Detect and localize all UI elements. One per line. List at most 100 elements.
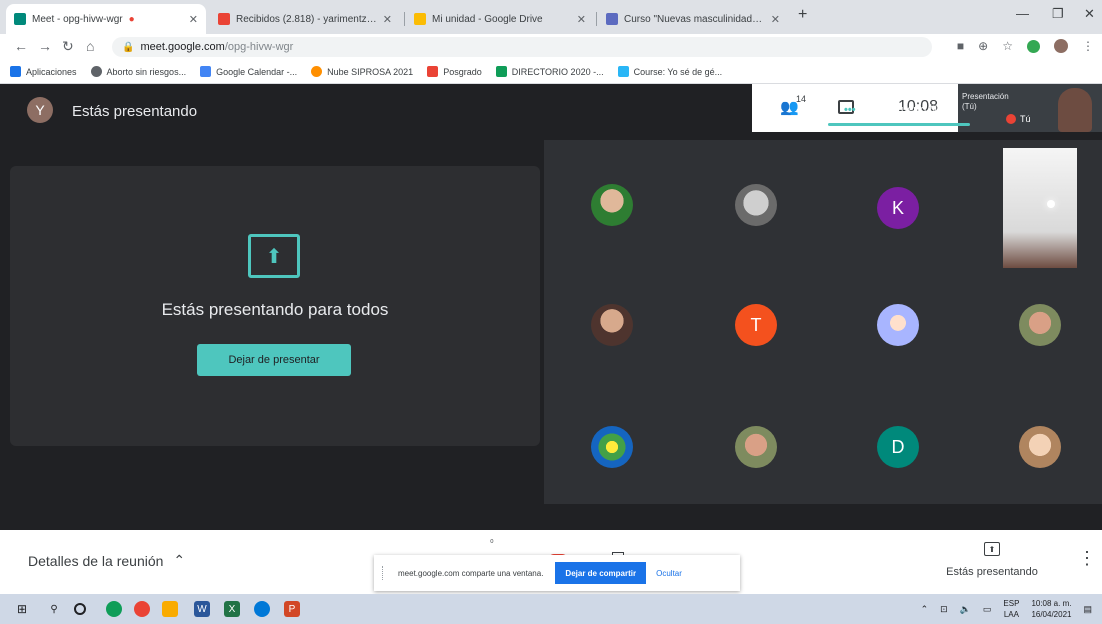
cloud-icon <box>311 66 323 77</box>
bookmark-aborto[interactable]: Aborto sin riesgos... <box>90 66 186 77</box>
network-icon[interactable]: ⊡ <box>940 604 948 615</box>
participant-tile[interactable] <box>828 270 968 380</box>
edge-icon[interactable] <box>254 601 270 617</box>
mic-icon[interactable]: ₀ <box>490 534 504 544</box>
participant-tile[interactable] <box>686 150 826 260</box>
stop-sharing-button[interactable]: Dejar de compartir <box>555 562 647 584</box>
participant-avatar <box>735 426 777 468</box>
restore-icon[interactable]: ❐ <box>1052 6 1064 22</box>
self-name: Tú <box>1020 114 1031 124</box>
profile-avatar-icon[interactable] <box>1054 39 1068 53</box>
file-explorer-icon[interactable] <box>162 601 178 617</box>
gmail-favicon-icon <box>218 13 230 25</box>
participant-tile[interactable] <box>542 270 682 380</box>
taskbar-clock[interactable]: 10:08 a. m. 16/04/2021 <box>1031 598 1071 620</box>
participant-tile-katia[interactable]: K <box>828 150 968 260</box>
present-screen-icon: ⬆ <box>984 542 1000 556</box>
apps-grid-icon <box>10 66 21 77</box>
volume-icon[interactable]: 🔈 <box>960 604 971 615</box>
chrome-profile-icon[interactable] <box>134 601 150 617</box>
drag-handle-icon[interactable] <box>382 566 384 580</box>
bookmark-siprosa[interactable]: Nube SIPROSA 2021 <box>311 66 413 77</box>
windows-start-icon[interactable]: ⊞ <box>14 601 30 617</box>
bookmark-star-icon[interactable]: ☆ <box>1002 39 1013 53</box>
reload-icon[interactable]: ↻ <box>62 38 74 55</box>
battery-icon[interactable]: ▭ <box>983 604 992 615</box>
windows-taskbar: ⊞ ⚲ W X P ⌃ ⊡ 🔈 ▭ ESP LAA 10:08 a. m. 16… <box>0 594 1102 624</box>
participant-camera-tile[interactable] <box>1003 148 1077 268</box>
system-tray: ⌃ ⊡ 🔈 ▭ ESP LAA 10:08 a. m. 16/04/2021 ▤ <box>921 598 1092 620</box>
speaking-indicator-icon: ••• <box>844 104 856 116</box>
excel-icon[interactable]: X <box>224 601 240 617</box>
bookmark-directorio[interactable]: DIRECTORIO 2020 -... <box>495 66 604 77</box>
participant-count: 14 <box>796 94 807 104</box>
participant-tile[interactable] <box>542 392 682 502</box>
cortana-icon[interactable] <box>74 603 86 615</box>
bookmarks-bar: Aplicaciones Aborto sin riesgos... Googl… <box>0 60 1102 84</box>
keyboard-language[interactable]: ESP LAA <box>1003 598 1019 620</box>
tab-meet[interactable]: Meet - opg-hivw-wgr ● ✕ <box>6 4 206 34</box>
presenter-avatar: Y <box>27 97 53 123</box>
home-icon[interactable]: ⌂ <box>86 38 94 54</box>
bookmark-course[interactable]: Course: Yo sé de gé... <box>617 66 722 77</box>
tab-separator <box>404 12 405 26</box>
presenting-message: Estás presentando para todos <box>161 300 389 319</box>
browser-tab-bar: Meet - opg-hivw-wgr ● ✕ Recibidos (2.818… <box>0 0 1102 34</box>
participant-tile[interactable]: T <box>686 270 826 380</box>
close-tab-icon[interactable]: ✕ <box>577 13 586 26</box>
search-icon[interactable]: ⚲ <box>46 601 62 617</box>
participant-tile[interactable] <box>970 392 1102 502</box>
drive-favicon-icon <box>414 13 426 25</box>
tab-gmail[interactable]: Recibidos (2.818) - yarimentz10 ✕ <box>210 4 400 34</box>
close-tab-icon[interactable]: ✕ <box>771 13 780 26</box>
tab-separator <box>596 12 597 26</box>
hide-button[interactable]: Ocultar <box>656 569 682 578</box>
bookmark-posgrado[interactable]: Posgrado <box>427 66 482 77</box>
presentation-card: ⬆ Estás presentando para todos Dejar de … <box>10 166 540 446</box>
present-now-control[interactable]: ⬆ Estás presentando <box>942 542 1042 578</box>
word-icon[interactable]: W <box>194 601 210 617</box>
active-speaker-name: ••• Katia Puerto Ne... <box>844 104 953 116</box>
participant-tile[interactable] <box>970 270 1102 380</box>
participant-avatar: D <box>877 426 919 468</box>
participant-tile[interactable] <box>686 392 826 502</box>
self-presentation-tile[interactable]: Presentación (Tú) Tú <box>958 84 1102 132</box>
meeting-details-toggle[interactable]: Detalles de la reunión ⌃ <box>28 552 185 569</box>
tab-drive[interactable]: Mi unidad - Google Drive ✕ <box>406 4 594 34</box>
present-screen-icon: ⬆ <box>248 234 300 278</box>
participant-avatar <box>591 426 633 468</box>
tray-expand-icon[interactable]: ⌃ <box>921 604 929 615</box>
extension-icon[interactable] <box>1027 39 1040 53</box>
forward-icon[interactable]: → <box>38 38 52 54</box>
back-icon[interactable]: ← <box>14 38 28 54</box>
menu-kebab-icon[interactable]: ⋮ <box>1082 39 1094 53</box>
close-tab-icon[interactable]: ✕ <box>189 13 198 26</box>
participant-tile[interactable]: D <box>828 392 968 502</box>
presenting-title: Estás presentando <box>72 103 198 120</box>
bookmark-calendar[interactable]: Google Calendar -... <box>200 66 297 77</box>
participant-tile[interactable] <box>542 150 682 260</box>
globe-icon <box>90 66 102 77</box>
course-icon <box>617 66 629 77</box>
zoom-icon[interactable]: ⊕ <box>978 39 988 53</box>
bookmark-apps[interactable]: Aplicaciones <box>10 66 77 77</box>
participant-avatar <box>1019 426 1061 468</box>
participant-avatar: T <box>735 304 777 346</box>
url-host: meet.google.com <box>140 41 225 53</box>
stop-presenting-button[interactable]: Dejar de presentar <box>197 344 351 376</box>
powerpoint-icon[interactable]: P <box>284 601 300 617</box>
youtube-icon <box>427 66 439 77</box>
minimize-icon[interactable]: — <box>1016 6 1029 21</box>
chrome-icon[interactable] <box>106 601 122 617</box>
notifications-icon[interactable]: ▤ <box>1083 604 1092 615</box>
meet-favicon-icon <box>14 13 26 25</box>
close-tab-icon[interactable]: ✕ <box>383 13 392 26</box>
more-options-icon[interactable]: ⋮ <box>1078 548 1096 569</box>
address-bar[interactable]: 🔒 meet.google.com /opg-hivw-wgr <box>112 37 932 57</box>
camera-indicator-icon[interactable]: ■ <box>957 39 964 53</box>
new-tab-icon[interactable]: + <box>798 6 807 24</box>
course-favicon-icon <box>606 13 618 25</box>
tab-course[interactable]: Curso "Nuevas masculinidades" ✕ <box>598 4 788 34</box>
close-window-icon[interactable]: ✕ <box>1084 6 1095 22</box>
chevron-up-icon: ⌃ <box>173 552 186 568</box>
